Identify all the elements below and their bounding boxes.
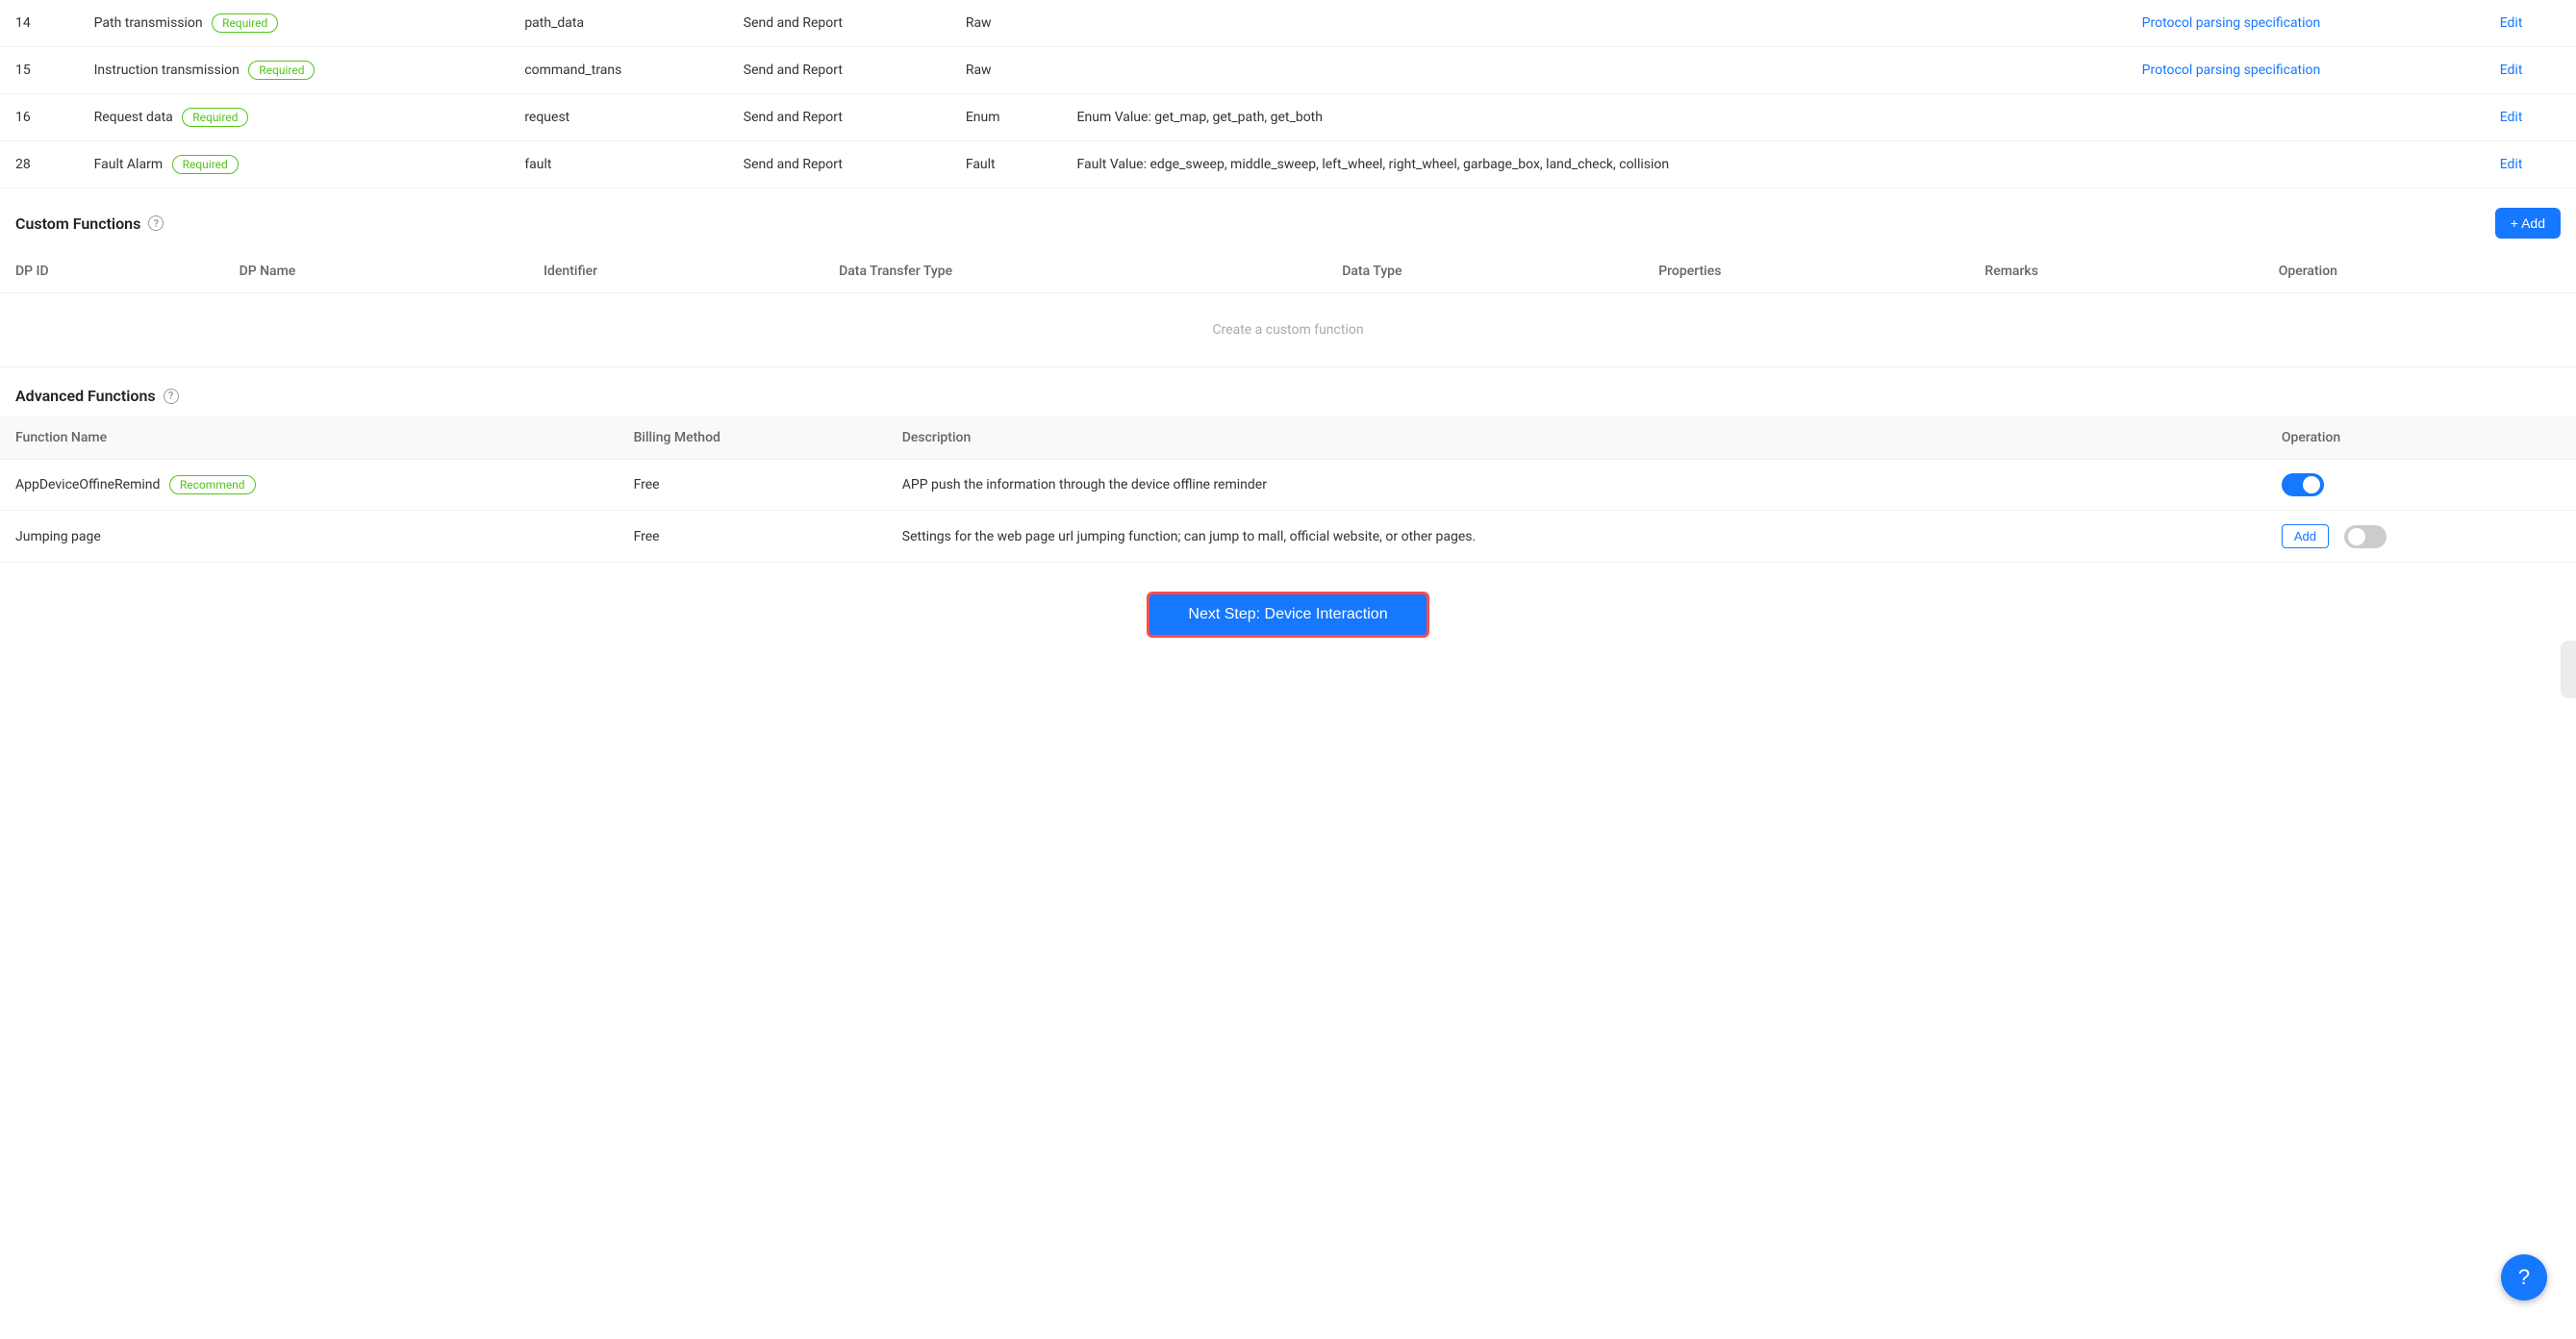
advanced-row-operation (2266, 460, 2576, 511)
advanced-row-operation: Add (2266, 511, 2576, 563)
standard-functions-table: 14 Path transmission Required path_data … (0, 0, 2576, 189)
custom-add-button[interactable]: + Add (2495, 208, 2561, 239)
column-header: Description (887, 417, 2266, 460)
row-name: Request data Required (79, 94, 510, 141)
advanced-functions-title: Advanced Functions ? (15, 387, 179, 405)
toggle-switch[interactable] (2282, 473, 2324, 496)
row-identifier: request (509, 94, 727, 141)
column-header: Identifier (528, 250, 823, 293)
row-operation: Edit (2485, 94, 2576, 141)
advanced-row: Jumping page Free Settings for the web p… (0, 511, 2576, 563)
row-name: Fault Alarm Required (79, 141, 510, 189)
row-id: 16 (0, 94, 79, 141)
custom-empty-text: Create a custom function (0, 293, 2576, 367)
column-header: Function Name (0, 417, 619, 460)
row-properties: Fault Value: edge_sweep, middle_sweep, l… (1062, 141, 2127, 189)
table-row: 16 Request data Required request Send an… (0, 94, 2576, 141)
advanced-row-name: Jumping page (0, 511, 619, 563)
custom-functions-title: Custom Functions ? (15, 215, 164, 233)
advanced-row-name: AppDeviceOffineRemind Recommend (0, 460, 619, 511)
table-row: 28 Fault Alarm Required fault Send and R… (0, 141, 2576, 189)
row-data-type: Raw (950, 0, 1062, 47)
scroll-indicator (2561, 641, 2576, 698)
row-remarks: Protocol parsing specification (2127, 0, 2485, 47)
advanced-functions-table: Function NameBilling MethodDescriptionOp… (0, 417, 2576, 563)
row-transfer-type: Send and Report (728, 47, 950, 94)
row-remarks (2127, 141, 2485, 189)
operation-cell (2282, 473, 2561, 496)
advanced-row-billing: Free (619, 460, 887, 511)
column-header: DP ID (0, 250, 224, 293)
edit-link[interactable]: Edit (2500, 157, 2523, 172)
recommend-badge: Recommend (169, 475, 256, 494)
column-header: DP Name (224, 250, 529, 293)
row-name: Instruction transmission Required (79, 47, 510, 94)
row-data-type: Raw (950, 47, 1062, 94)
row-data-type: Enum (950, 94, 1062, 141)
row-id: 28 (0, 141, 79, 189)
advanced-row: AppDeviceOffineRemind Recommend Free APP… (0, 460, 2576, 511)
toggle-switch[interactable] (2344, 525, 2387, 548)
row-id: 15 (0, 47, 79, 94)
row-properties (1062, 47, 2127, 94)
custom-functions-help-icon[interactable]: ? (148, 215, 164, 231)
table-row: 14 Path transmission Required path_data … (0, 0, 2576, 47)
row-transfer-type: Send and Report (728, 141, 950, 189)
row-data-type: Fault (950, 141, 1062, 189)
edit-link[interactable]: Edit (2500, 15, 2523, 31)
advanced-row-billing: Free (619, 511, 887, 563)
next-step-container: Next Step: Device Interaction (0, 563, 2576, 676)
edit-link[interactable]: Edit (2500, 63, 2523, 78)
advanced-functions-help-icon[interactable]: ? (164, 389, 179, 404)
column-header: Billing Method (619, 417, 887, 460)
advanced-row-description: Settings for the web page url jumping fu… (887, 511, 2266, 563)
column-header: Data Transfer Type (823, 250, 1326, 293)
add-feature-button[interactable]: Add (2282, 524, 2329, 548)
row-transfer-type: Send and Report (728, 0, 950, 47)
column-header: Operation (2263, 250, 2576, 293)
row-operation: Edit (2485, 47, 2576, 94)
custom-functions-header: Custom Functions ? + Add (0, 189, 2576, 250)
row-id: 14 (0, 0, 79, 47)
row-operation: Edit (2485, 141, 2576, 189)
row-properties: Enum Value: get_map, get_path, get_both (1062, 94, 2127, 141)
operation-cell: Add (2282, 524, 2561, 548)
row-operation: Edit (2485, 0, 2576, 47)
required-badge: Required (172, 155, 239, 174)
row-identifier: path_data (509, 0, 727, 47)
required-badge: Required (182, 108, 248, 127)
column-header: Remarks (1969, 250, 2262, 293)
custom-functions-table: DP IDDP NameIdentifierData Transfer Type… (0, 250, 2576, 367)
column-header: Operation (2266, 417, 2576, 460)
table-row: 15 Instruction transmission Required com… (0, 47, 2576, 94)
custom-functions-label: Custom Functions (15, 215, 140, 233)
remarks-link[interactable]: Protocol parsing specification (2142, 63, 2321, 78)
advanced-functions-label: Advanced Functions (15, 387, 156, 405)
required-badge: Required (248, 61, 315, 80)
row-properties (1062, 0, 2127, 47)
help-button[interactable]: ? (2501, 1254, 2547, 1301)
row-name: Path transmission Required (79, 0, 510, 47)
remarks-link[interactable]: Protocol parsing specification (2142, 15, 2321, 31)
column-header: Data Type (1326, 250, 1643, 293)
row-identifier: command_trans (509, 47, 727, 94)
row-remarks (2127, 94, 2485, 141)
column-header: Properties (1643, 250, 1969, 293)
row-transfer-type: Send and Report (728, 94, 950, 141)
custom-empty-row: Create a custom function (0, 293, 2576, 367)
edit-link[interactable]: Edit (2500, 110, 2523, 125)
required-badge: Required (212, 13, 278, 33)
advanced-row-description: APP push the information through the dev… (887, 460, 2266, 511)
row-identifier: fault (509, 141, 727, 189)
advanced-functions-header: Advanced Functions ? (0, 367, 2576, 417)
row-remarks: Protocol parsing specification (2127, 47, 2485, 94)
page-container: 14 Path transmission Required path_data … (0, 0, 2576, 676)
next-step-button[interactable]: Next Step: Device Interaction (1147, 592, 1428, 638)
